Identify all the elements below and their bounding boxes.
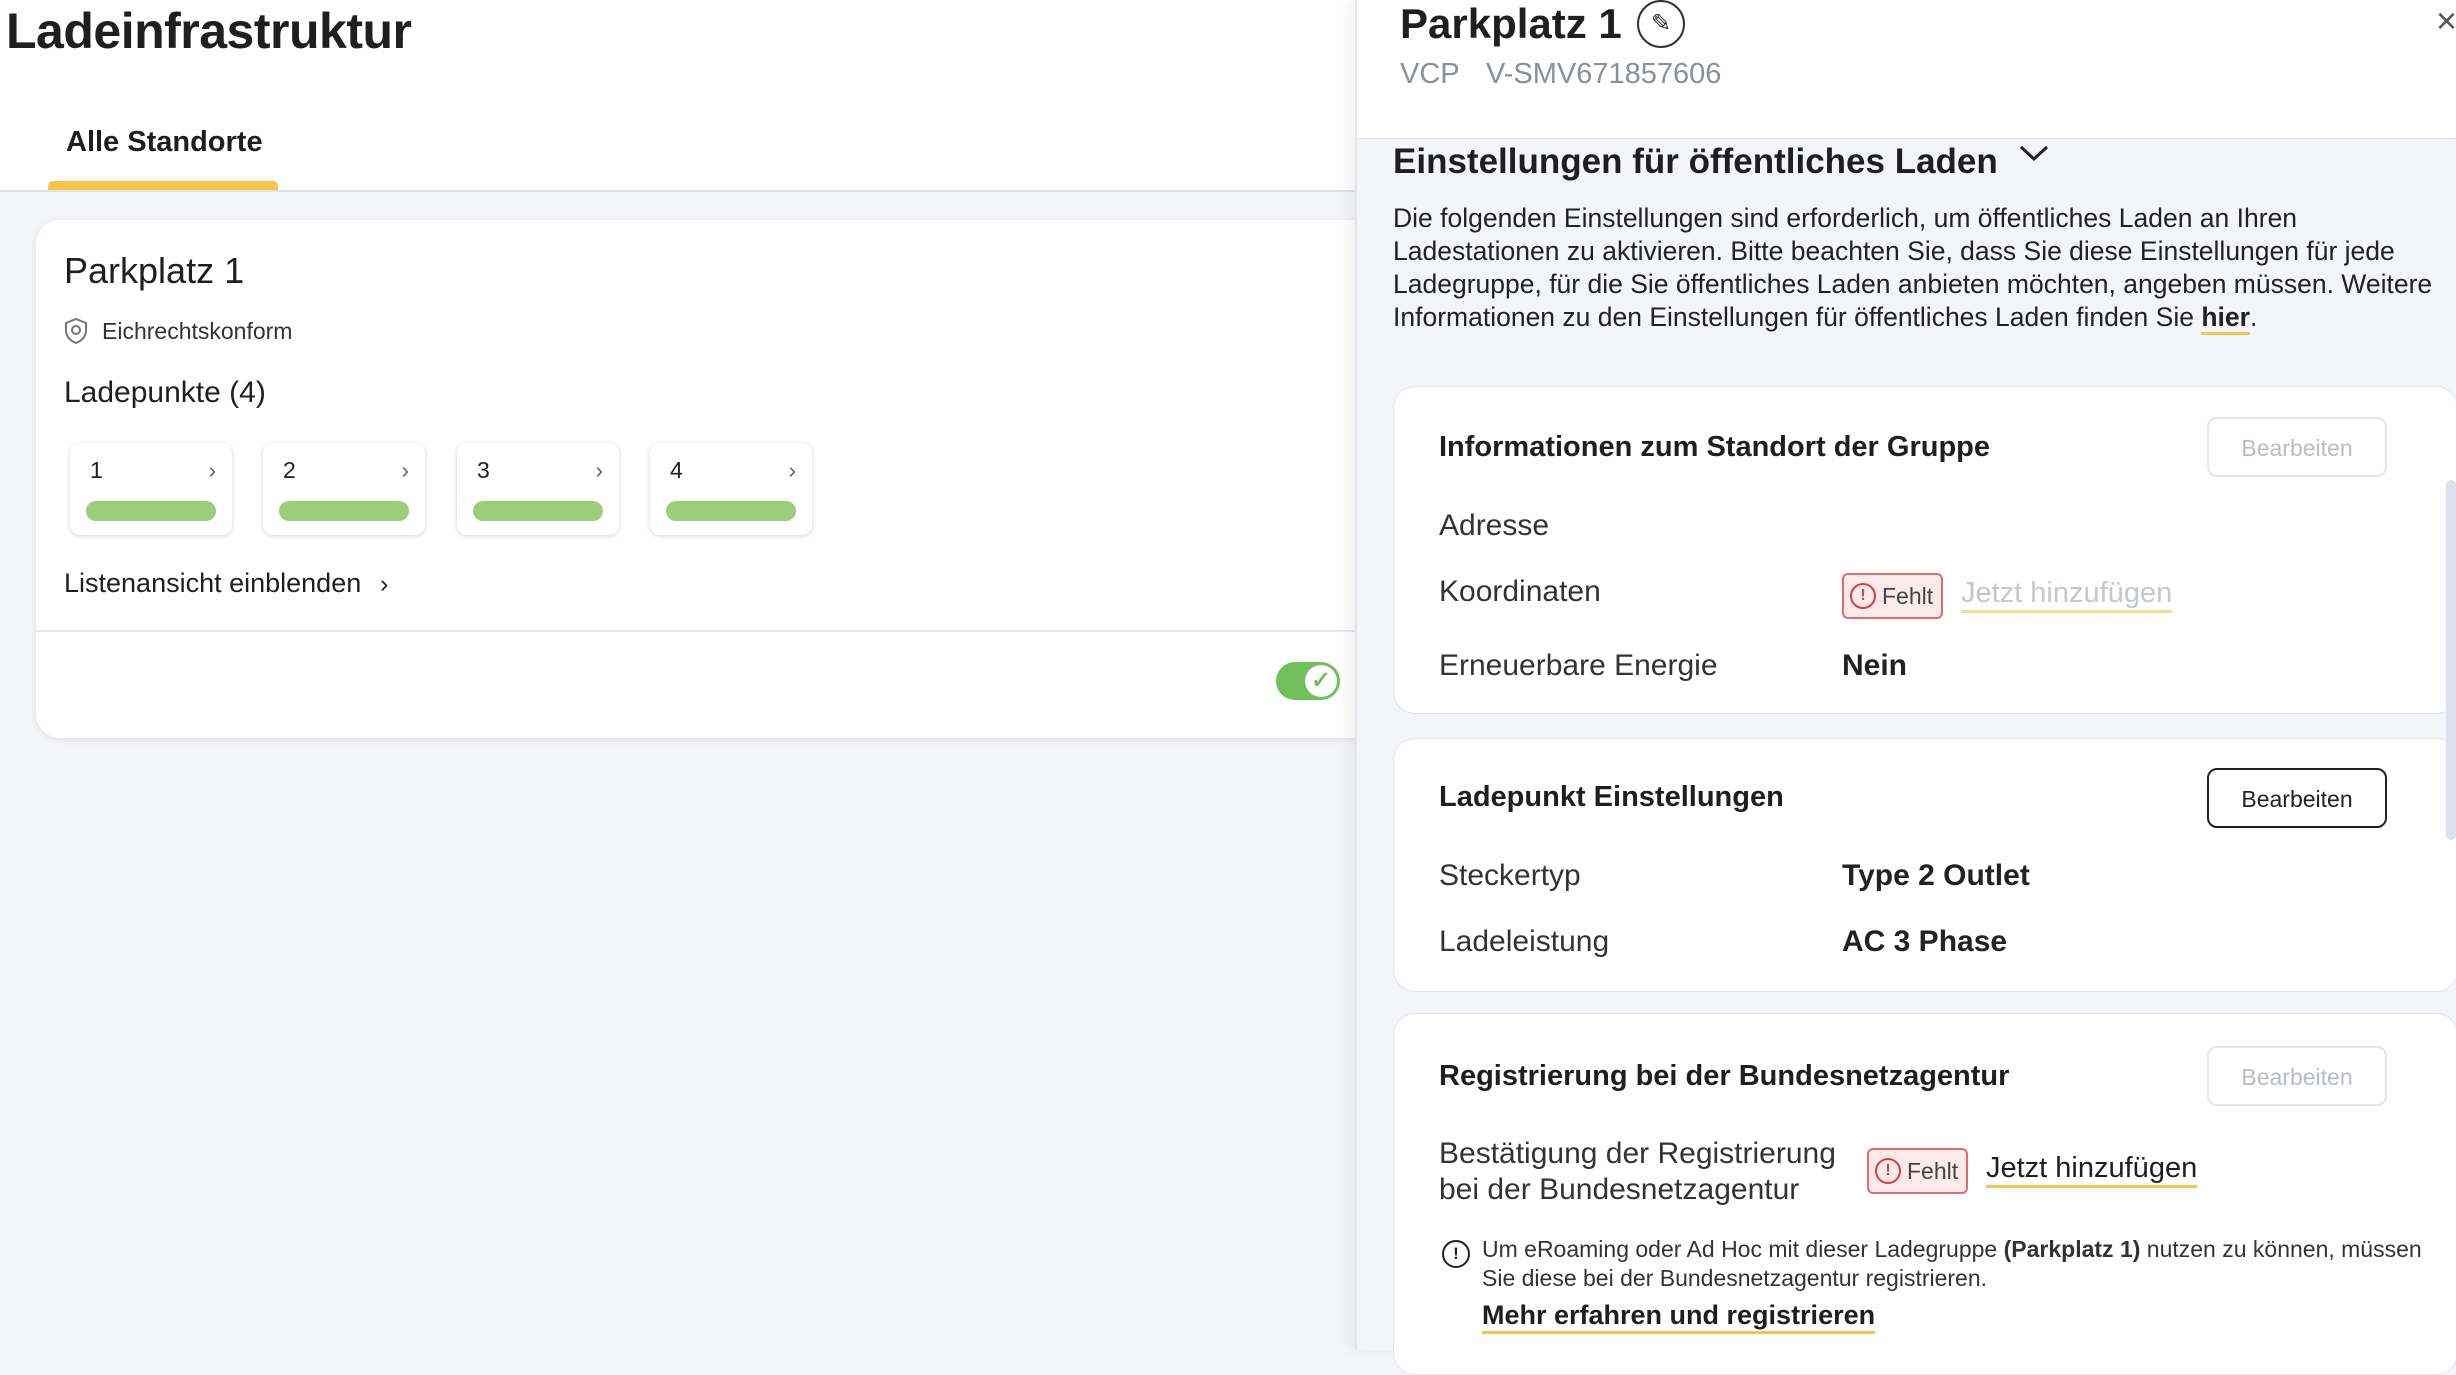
power-value: AC 3 Phase [1842, 925, 2008, 958]
compliance-label: Eichrechtskonform [102, 318, 293, 344]
list-view-link[interactable]: Listenansicht einblenden [64, 568, 361, 599]
tab-all-locations[interactable]: Alle Standorte [48, 124, 278, 190]
power-label: Ladeleistung [1439, 925, 1610, 958]
shield-icon [64, 317, 88, 345]
close-icon[interactable]: × [2436, 0, 2456, 42]
missing-badge: ! Fehlt [1867, 1148, 1969, 1194]
learn-more-link[interactable]: Mehr erfahren und registrieren [1482, 1300, 1876, 1334]
chargepoint-tile[interactable]: 2 › [263, 443, 425, 535]
description-text: Die folgenden Einstellungen sind erforde… [1393, 203, 2433, 332]
add-registration-link[interactable]: Jetzt hinzufügen [1986, 1152, 2198, 1188]
vcp-label: VCP [1400, 58, 1460, 90]
renewable-label: Erneuerbare Energie [1439, 649, 1718, 682]
plug-type-value: Type 2 Outlet [1842, 859, 2030, 892]
chevron-right-icon: › [401, 457, 409, 483]
info-text-part: Um eRoaming oder Ad Hoc mit dieser Ladeg… [1482, 1236, 2004, 1262]
info-group-name: (Parkplatz 1) [2003, 1236, 2141, 1262]
edit-button[interactable]: Bearbeiten [2207, 417, 2387, 477]
add-coordinates-link[interactable]: Jetzt hinzufügen [1961, 577, 2173, 613]
alert-icon: ! [1875, 1157, 1901, 1184]
edit-button[interactable]: Bearbeiten [2207, 768, 2387, 828]
coordinates-label: Koordinaten [1439, 575, 1601, 608]
description-end: . [2249, 302, 2258, 332]
tab-label: Alle Standorte [66, 126, 263, 158]
chargepoint-number: 1 [90, 457, 103, 483]
chargepoint-status-bar [666, 501, 796, 521]
badge-label: Fehlt [1882, 583, 1934, 609]
station-id: V-SMV671857606 [1486, 58, 1722, 90]
chargepoint-number: 3 [477, 457, 490, 483]
label-line: Bestätigung der Registrierung [1439, 1137, 1836, 1170]
registration-label: Bestätigung der Registrierung bei der Bun… [1439, 1136, 1836, 1208]
address-label: Adresse [1439, 509, 1550, 542]
renewable-value: Nein [1842, 649, 1908, 682]
chargepoint-settings-card: Ladepunkt Einstellungen Bearbeiten Steck… [1393, 738, 2456, 992]
tab-active-indicator [48, 181, 278, 190]
chargepoint-number: 4 [670, 457, 683, 483]
location-card: Informationen zum Standort der Gruppe Be… [1393, 386, 2456, 714]
card-title: Registrierung bei der Bundesnetzagentur [1439, 1060, 2010, 1092]
site-name: Parkplatz 1 [64, 250, 245, 291]
panel-title: Parkplatz 1 [1400, 0, 1622, 47]
pencil-icon[interactable]: ✎ [1637, 0, 1685, 48]
info-icon: ! [1442, 1240, 1470, 1268]
alert-icon: ! [1850, 582, 1876, 609]
chevron-right-icon: › [788, 457, 796, 483]
section-description: Die folgenden Einstellungen sind erforde… [1393, 202, 2453, 335]
check-icon: ✓ [1305, 665, 1337, 697]
chargepoints-heading: Ladepunkte (4) [64, 376, 266, 409]
chargepoint-status-bar [86, 501, 216, 521]
label-line: bei der Bundesnetzagentur [1439, 1173, 1800, 1206]
missing-badge: ! Fehlt [1842, 573, 1944, 619]
chargepoint-number: 2 [283, 457, 296, 483]
chevron-right-icon: › [595, 457, 603, 483]
chevron-right-icon: › [208, 457, 216, 483]
section-title: Einstellungen für öffentliches Laden [1393, 142, 1998, 181]
edit-button[interactable]: Bearbeiten [2207, 1046, 2387, 1106]
scrollbar[interactable] [2446, 480, 2456, 840]
info-link[interactable]: hier [2201, 302, 2250, 335]
page-title: Ladeinfrastruktur [6, 3, 412, 59]
chargepoint-tile[interactable]: 3 › [457, 443, 619, 535]
chargepoint-tile[interactable]: 1 › [70, 443, 232, 535]
chargepoint-status-bar [279, 501, 409, 521]
registration-info: Um eRoaming oder Ad Hoc mit dieser Ladeg… [1482, 1235, 2456, 1293]
chevron-down-icon[interactable] [2018, 138, 2050, 172]
plug-type-label: Steckertyp [1439, 859, 1581, 892]
card-title: Informationen zum Standort der Gruppe [1439, 431, 1991, 463]
chargepoint-tile[interactable]: 4 › [650, 443, 812, 535]
badge-label: Fehlt [1907, 1158, 1959, 1184]
chargepoint-status-bar [473, 501, 603, 521]
public-charging-toggle[interactable]: ✓ [1276, 662, 1340, 700]
card-title: Ladepunkt Einstellungen [1439, 781, 1784, 813]
chevron-right-icon[interactable]: › [380, 570, 388, 599]
divider [36, 630, 1356, 632]
